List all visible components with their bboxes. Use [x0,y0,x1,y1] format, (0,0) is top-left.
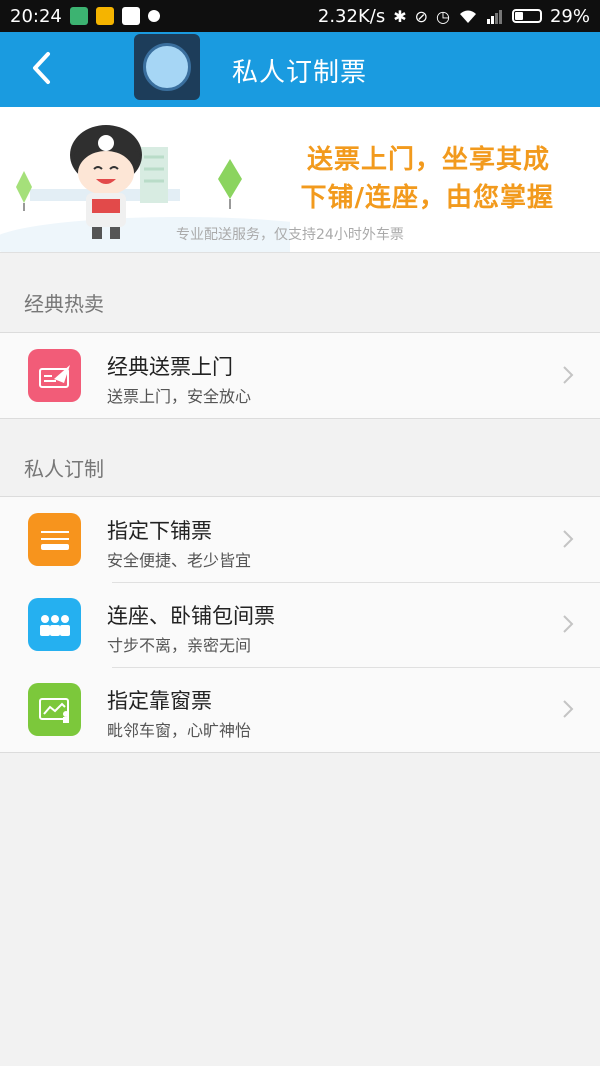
signal-icon [486,10,502,24]
item-subtitle: 安全便捷、老少皆宜 [107,551,252,570]
item-title: 指定下铺票 [107,519,212,543]
game-icon [95,7,114,25]
section-header-classic: 经典热卖 [24,292,104,316]
page-title: 私人订制票 [232,58,368,88]
classic-list: 经典送票上门 送票上门，安全放心 [0,332,600,419]
status-bar: 20:24 2.32K/s ✱ ⊘ ◷ 29% [0,0,600,32]
chevron-left-icon [33,52,50,84]
list-item-ticket-delivery[interactable]: 经典送票上门 送票上门，安全放心 [0,333,600,418]
item-subtitle: 寸步不离，亲密无间 [107,636,252,655]
banner-headline-2: 下铺/连座，由您掌握 [300,183,554,213]
qq-icon [121,7,140,25]
avatar-circle [143,43,191,91]
group-seats-icon [28,598,81,651]
mute-icon: ⊘ [414,6,429,26]
promo-banner: 送票上门，坐享其成 下铺/连座，由您掌握 专业配送服务，仅支持24小时外车票 [0,107,600,253]
wifi-icon [459,10,476,23]
banner-subtitle: 专业配送服务，仅支持24小时外车票 [176,227,404,243]
list-item-window-seat[interactable]: 指定靠窗票 毗邻车窗，心旷神怡 [0,667,600,752]
battery-percent: 29% [549,5,590,27]
battery-icon [511,9,542,23]
section-header-custom: 私人订制 [24,457,104,481]
ticket-delivery-icon [28,349,81,402]
dot-icon [147,10,160,22]
app-bar: 私人订制票 [0,32,600,107]
chevron-right-icon [563,366,574,384]
window-seat-icon [28,683,81,736]
banner-headline-1: 送票上门，坐享其成 [306,145,550,175]
chevron-right-icon [563,615,574,633]
item-subtitle: 毗邻车窗，心旷神怡 [107,721,252,740]
back-button[interactable] [22,48,62,88]
list-item-lower-berth[interactable]: 指定下铺票 安全便捷、老少皆宜 [0,497,600,582]
app-notification-icon [69,7,88,25]
item-title: 指定靠窗票 [107,689,212,713]
avatar [134,34,200,100]
network-speed: 2.32K/s [317,5,386,27]
custom-list: 指定下铺票 安全便捷、老少皆宜 连座、卧铺包间票 寸步不离，亲密无间 指定靠窗票… [0,496,600,753]
bluetooth-icon: ✱ [393,6,407,26]
lower-berth-icon [28,513,81,566]
status-time: 20:24 [10,5,62,27]
item-title: 经典送票上门 [107,355,233,379]
chevron-right-icon [563,700,574,718]
item-subtitle: 送票上门，安全放心 [107,387,252,406]
item-title: 连座、卧铺包间票 [107,604,275,628]
chevron-right-icon [563,530,574,548]
list-item-group-seats[interactable]: 连座、卧铺包间票 寸步不离，亲密无间 [0,582,600,667]
alarm-icon: ◷ [436,6,450,26]
